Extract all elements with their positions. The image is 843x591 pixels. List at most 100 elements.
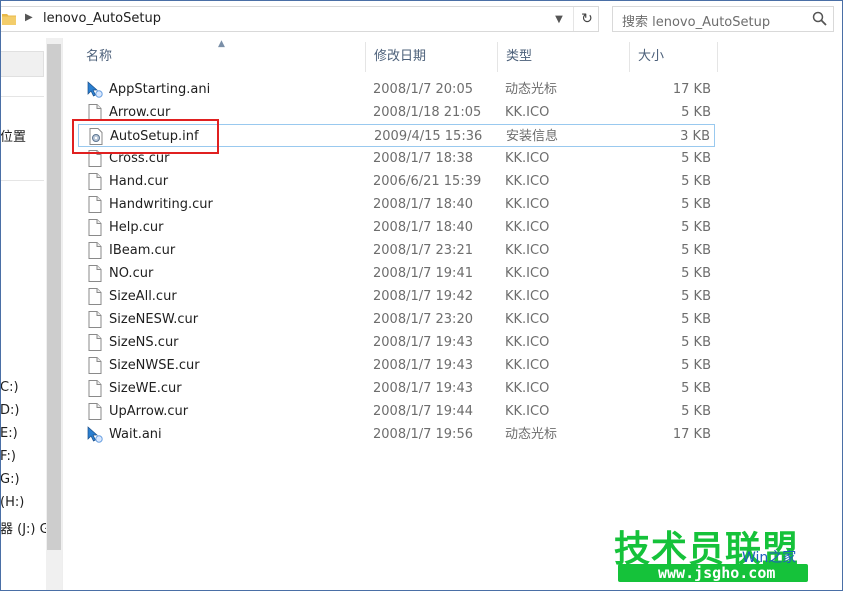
file-row[interactable]: UpArrow.cur 2008/1/7 19:44 KK.ICO 5 KB [78,400,715,423]
chevron-down-icon[interactable]: ▼ [549,11,569,29]
nav-item-drive-h[interactable]: (H:) [0,495,24,510]
search-icon[interactable] [811,10,829,28]
file-date: 2008/1/7 19:43 [373,358,473,373]
file-size: 3 KB [680,129,710,144]
file-date: 2008/1/7 19:41 [373,266,473,281]
file-date: 2008/1/7 18:40 [373,197,473,212]
column-header-date[interactable]: 修改日期 [366,42,498,72]
file-type: KK.ICO [505,105,550,120]
file-icon [87,265,103,282]
file-size: 5 KB [681,197,711,212]
file-icon [87,311,103,328]
file-icon [87,357,103,374]
nav-item-drive-g[interactable]: G:) [0,472,20,487]
file-type: KK.ICO [505,358,550,373]
file-type: KK.ICO [505,197,550,212]
search-input[interactable]: 搜索 lenovo_AutoSetup [612,6,834,32]
file-row[interactable]: Help.cur 2008/1/7 18:40 KK.ICO 5 KB [78,216,715,239]
file-row[interactable]: SizeNESW.cur 2008/1/7 23:20 KK.ICO 5 KB [78,308,715,331]
file-size: 5 KB [681,174,711,189]
file-row[interactable]: SizeWE.cur 2008/1/7 19:43 KK.ICO 5 KB [78,377,715,400]
file-icon [87,288,103,305]
file-type: KK.ICO [505,381,550,396]
file-type: KK.ICO [505,151,550,166]
column-header-name[interactable]: 名称 [78,42,366,72]
annotation-highlight-box [72,119,219,154]
file-name: SizeNESW.cur [109,312,199,327]
file-size: 17 KB [672,82,711,97]
animated-cursor-icon [87,426,103,443]
file-date: 2008/1/7 19:42 [373,289,473,304]
nav-item-locations[interactable]: 位置 [0,126,26,145]
file-date: 2008/1/7 23:21 [373,243,473,258]
nav-scrollbar[interactable] [46,38,62,591]
file-size: 5 KB [681,358,711,373]
file-size: 5 KB [681,266,711,281]
watermark-side: Win之家 [742,550,797,566]
file-date: 2009/4/15 15:36 [374,129,483,144]
file-size: 5 KB [681,335,711,350]
file-size: 5 KB [681,404,711,419]
file-type: KK.ICO [505,335,550,350]
search-placeholder: 搜索 lenovo_AutoSetup [622,15,771,30]
file-name: IBeam.cur [109,243,176,258]
file-row[interactable]: IBeam.cur 2008/1/7 23:21 KK.ICO 5 KB [78,239,715,262]
nav-divider [0,96,44,97]
file-icon [87,219,103,236]
file-name: SizeNS.cur [109,335,179,350]
folder-icon [2,14,16,25]
file-name: Wait.ani [109,427,162,442]
refresh-icon[interactable]: ↻ [573,7,600,31]
nav-item-drive-f[interactable]: F:) [0,449,16,464]
file-name: SizeWE.cur [109,381,182,396]
file-icon [87,334,103,351]
address-bar[interactable]: ▶ lenovo_AutoSetup ▼ ↻ [0,6,599,32]
file-size: 5 KB [681,151,711,166]
file-name: Handwriting.cur [109,197,213,212]
file-size: 5 KB [681,220,711,235]
file-size: 5 KB [681,243,711,258]
nav-item-drive-e[interactable]: E:) [0,426,18,441]
file-date: 2008/1/7 23:20 [373,312,473,327]
file-icon [87,242,103,259]
animated-cursor-icon [87,81,103,98]
nav-item-drive-c[interactable]: C:) [0,380,19,395]
file-name: Hand.cur [109,174,169,189]
column-header-size[interactable]: 大小 [630,42,718,72]
nav-selected-item[interactable] [0,51,44,77]
file-row[interactable]: Handwriting.cur 2008/1/7 18:40 KK.ICO 5 KB [78,193,715,216]
file-date: 2008/1/7 20:05 [373,82,473,97]
scrollbar-thumb[interactable] [47,44,61,550]
nav-item-drive-j[interactable]: 器 (J:) G [0,518,50,537]
column-header-row: ▲ 名称 修改日期 类型 大小 [78,39,723,72]
address-path[interactable]: lenovo_AutoSetup [43,11,161,26]
file-date: 2008/1/7 19:44 [373,404,473,419]
file-type: KK.ICO [505,312,550,327]
file-name: SizeNWSE.cur [109,358,200,373]
file-row[interactable]: SizeAll.cur 2008/1/7 19:42 KK.ICO 5 KB [78,285,715,308]
file-type: 安装信息 [506,129,559,144]
file-row[interactable]: SizeNWSE.cur 2008/1/7 19:43 KK.ICO 5 KB [78,354,715,377]
nav-divider [0,180,44,181]
file-row[interactable]: AppStarting.ani 2008/1/7 20:05 动态光标 17 KB [78,78,715,101]
file-date: 2006/6/21 15:39 [373,174,482,189]
file-type: 动态光标 [505,427,558,442]
file-type: KK.ICO [505,289,550,304]
file-type: KK.ICO [505,243,550,258]
file-icon [87,196,103,213]
file-date: 2008/1/7 19:56 [373,427,473,442]
file-row[interactable]: NO.cur 2008/1/7 19:41 KK.ICO 5 KB [78,262,715,285]
column-header-type[interactable]: 类型 [498,42,630,72]
file-row[interactable]: SizeNS.cur 2008/1/7 19:43 KK.ICO 5 KB [78,331,715,354]
file-date: 2008/1/18 21:05 [373,105,482,120]
file-type: KK.ICO [505,266,550,281]
file-date: 2008/1/7 18:40 [373,220,473,235]
chevron-right-icon[interactable]: ▶ [25,12,33,23]
nav-item-drive-d[interactable]: D:) [0,403,19,418]
file-size: 17 KB [672,427,711,442]
file-size: 5 KB [681,105,711,120]
file-row[interactable]: Wait.ani 2008/1/7 19:56 动态光标 17 KB [78,423,715,446]
file-type: KK.ICO [505,174,550,189]
file-row[interactable]: Hand.cur 2006/6/21 15:39 KK.ICO 5 KB [78,170,715,193]
file-size: 5 KB [681,312,711,327]
